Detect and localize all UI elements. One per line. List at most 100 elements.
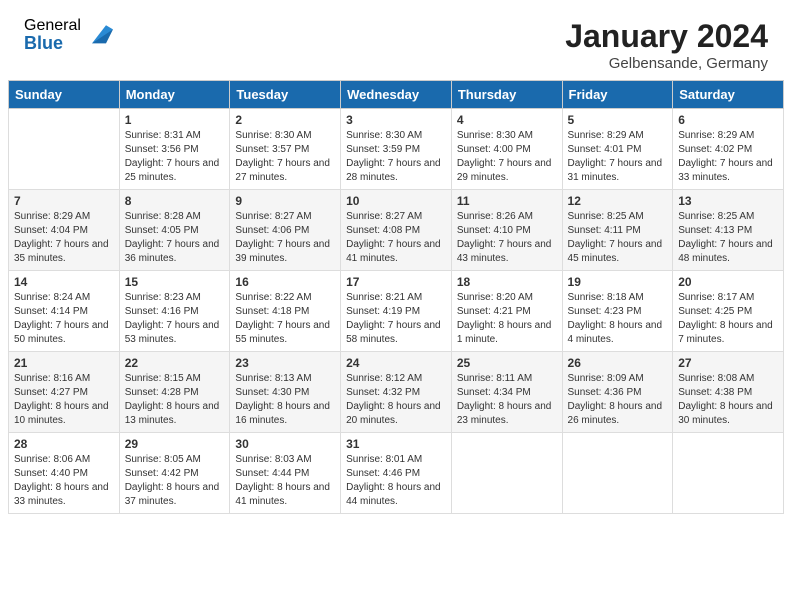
day-number: 20	[678, 275, 778, 289]
day-number: 31	[346, 437, 446, 451]
logo-text: General Blue	[24, 18, 81, 52]
calendar-header-saturday: Saturday	[673, 81, 784, 109]
calendar-cell: 10 Sunrise: 8:27 AMSunset: 4:08 PMDayligh…	[341, 190, 452, 271]
day-info: Sunrise: 8:01 AMSunset: 4:46 PMDaylight:…	[346, 453, 446, 509]
calendar-table: SundayMondayTuesdayWednesdayThursdayFrid…	[8, 80, 784, 514]
calendar-cell: 21 Sunrise: 8:16 AMSunset: 4:27 PMDayligh…	[9, 352, 120, 433]
calendar-cell: 17 Sunrise: 8:21 AMSunset: 4:19 PMDayligh…	[341, 271, 452, 352]
calendar-cell: 31 Sunrise: 8:01 AMSunset: 4:46 PMDayligh…	[341, 433, 452, 514]
day-number: 27	[678, 356, 778, 370]
day-number: 19	[568, 275, 668, 289]
calendar-header-friday: Friday	[562, 81, 673, 109]
calendar-cell: 16Sunrise: 8:22 AMSunset: 4:18 PMDayligh…	[230, 271, 341, 352]
calendar-header-monday: Monday	[119, 81, 230, 109]
location: Gelbensande, Germany	[565, 55, 768, 72]
day-info: Sunrise: 8:27 AMSunset: 4:08 PMDaylight:…	[346, 210, 446, 266]
calendar-week-row: 28 Sunrise: 8:06 AMSunset: 4:40 PMDayligh…	[9, 433, 784, 514]
title-block: January 2024 Gelbensande, Germany	[565, 18, 768, 72]
calendar-header-thursday: Thursday	[451, 81, 562, 109]
calendar-cell: 29 Sunrise: 8:05 AMSunset: 4:42 PMDayligh…	[119, 433, 230, 514]
calendar-cell: 14Sunrise: 8:24 AMSunset: 4:14 PMDayligh…	[9, 271, 120, 352]
day-number: 12	[568, 194, 668, 208]
day-info: Sunrise: 8:13 AMSunset: 4:30 PMDaylight:…	[235, 372, 335, 428]
calendar-cell: 8 Sunrise: 8:28 AMSunset: 4:05 PMDaylight…	[119, 190, 230, 271]
day-number: 6	[678, 113, 778, 127]
calendar-cell	[673, 433, 784, 514]
calendar-week-row: 14Sunrise: 8:24 AMSunset: 4:14 PMDayligh…	[9, 271, 784, 352]
calendar-week-row: 1 Sunrise: 8:31 AMSunset: 3:56 PMDaylight…	[9, 109, 784, 190]
day-info: Sunrise: 8:20 AMSunset: 4:21 PMDaylight:…	[457, 291, 557, 347]
calendar-week-row: 7Sunrise: 8:29 AMSunset: 4:04 PMDaylight…	[9, 190, 784, 271]
day-info: Sunrise: 8:27 AMSunset: 4:06 PMDaylight:…	[235, 210, 335, 266]
calendar-cell: 20Sunrise: 8:17 AMSunset: 4:25 PMDayligh…	[673, 271, 784, 352]
day-number: 24	[346, 356, 446, 370]
day-number: 28	[14, 437, 114, 451]
day-info: Sunrise: 8:30 AMSunset: 4:00 PMDaylight:…	[457, 129, 557, 185]
day-number: 21	[14, 356, 114, 370]
logo-blue: Blue	[24, 34, 81, 52]
calendar-cell: 1 Sunrise: 8:31 AMSunset: 3:56 PMDaylight…	[119, 109, 230, 190]
day-info: Sunrise: 8:16 AMSunset: 4:27 PMDaylight:…	[14, 372, 114, 428]
day-info: Sunrise: 8:30 AMSunset: 3:59 PMDaylight:…	[346, 129, 446, 185]
calendar-cell: 6 Sunrise: 8:29 AMSunset: 4:02 PMDaylight…	[673, 109, 784, 190]
calendar-cell: 28 Sunrise: 8:06 AMSunset: 4:40 PMDayligh…	[9, 433, 120, 514]
day-number: 9	[235, 194, 335, 208]
day-info: Sunrise: 8:12 AMSunset: 4:32 PMDaylight:…	[346, 372, 446, 428]
day-number: 10	[346, 194, 446, 208]
day-info: Sunrise: 8:29 AMSunset: 4:02 PMDaylight:…	[678, 129, 778, 185]
day-number: 1	[125, 113, 225, 127]
day-info: Sunrise: 8:06 AMSunset: 4:40 PMDaylight:…	[14, 453, 114, 509]
calendar-cell: 2 Sunrise: 8:30 AMSunset: 3:57 PMDaylight…	[230, 109, 341, 190]
day-info: Sunrise: 8:26 AMSunset: 4:10 PMDaylight:…	[457, 210, 557, 266]
calendar-cell: 19 Sunrise: 8:18 AMSunset: 4:23 PMDayligh…	[562, 271, 673, 352]
day-info: Sunrise: 8:11 AMSunset: 4:34 PMDaylight:…	[457, 372, 557, 428]
day-info: Sunrise: 8:25 AMSunset: 4:11 PMDaylight:…	[568, 210, 668, 266]
calendar-cell	[9, 109, 120, 190]
logo: General Blue	[24, 18, 113, 52]
day-number: 11	[457, 194, 557, 208]
calendar-cell: 13Sunrise: 8:25 AMSunset: 4:13 PMDayligh…	[673, 190, 784, 271]
day-info: Sunrise: 8:30 AMSunset: 3:57 PMDaylight:…	[235, 129, 335, 185]
day-info: Sunrise: 8:28 AMSunset: 4:05 PMDaylight:…	[125, 210, 225, 266]
day-info: Sunrise: 8:03 AMSunset: 4:44 PMDaylight:…	[235, 453, 335, 509]
day-info: Sunrise: 8:05 AMSunset: 4:42 PMDaylight:…	[125, 453, 225, 509]
calendar-cell: 15Sunrise: 8:23 AMSunset: 4:16 PMDayligh…	[119, 271, 230, 352]
day-number: 13	[678, 194, 778, 208]
day-number: 16	[235, 275, 335, 289]
day-info: Sunrise: 8:31 AMSunset: 3:56 PMDaylight:…	[125, 129, 225, 185]
day-number: 30	[235, 437, 335, 451]
day-number: 5	[568, 113, 668, 127]
day-info: Sunrise: 8:29 AMSunset: 4:04 PMDaylight:…	[14, 210, 114, 266]
calendar-cell: 7Sunrise: 8:29 AMSunset: 4:04 PMDaylight…	[9, 190, 120, 271]
day-number: 26	[568, 356, 668, 370]
day-info: Sunrise: 8:08 AMSunset: 4:38 PMDaylight:…	[678, 372, 778, 428]
day-info: Sunrise: 8:09 AMSunset: 4:36 PMDaylight:…	[568, 372, 668, 428]
calendar-cell: 5Sunrise: 8:29 AMSunset: 4:01 PMDaylight…	[562, 109, 673, 190]
day-info: Sunrise: 8:21 AMSunset: 4:19 PMDaylight:…	[346, 291, 446, 347]
day-number: 2	[235, 113, 335, 127]
day-number: 25	[457, 356, 557, 370]
calendar-cell: 9 Sunrise: 8:27 AMSunset: 4:06 PMDaylight…	[230, 190, 341, 271]
calendar-cell	[562, 433, 673, 514]
day-info: Sunrise: 8:18 AMSunset: 4:23 PMDaylight:…	[568, 291, 668, 347]
day-number: 8	[125, 194, 225, 208]
calendar-cell	[451, 433, 562, 514]
calendar-cell: 3 Sunrise: 8:30 AMSunset: 3:59 PMDaylight…	[341, 109, 452, 190]
calendar-cell: 12 Sunrise: 8:25 AMSunset: 4:11 PMDayligh…	[562, 190, 673, 271]
calendar-cell: 26 Sunrise: 8:09 AMSunset: 4:36 PMDayligh…	[562, 352, 673, 433]
calendar-header-wednesday: Wednesday	[341, 81, 452, 109]
day-number: 22	[125, 356, 225, 370]
day-number: 3	[346, 113, 446, 127]
calendar-header-row: SundayMondayTuesdayWednesdayThursdayFrid…	[9, 81, 784, 109]
day-number: 4	[457, 113, 557, 127]
day-number: 18	[457, 275, 557, 289]
day-number: 29	[125, 437, 225, 451]
calendar-cell: 25 Sunrise: 8:11 AMSunset: 4:34 PMDayligh…	[451, 352, 562, 433]
day-number: 17	[346, 275, 446, 289]
calendar-cell: 11 Sunrise: 8:26 AMSunset: 4:10 PMDayligh…	[451, 190, 562, 271]
calendar-week-row: 21 Sunrise: 8:16 AMSunset: 4:27 PMDayligh…	[9, 352, 784, 433]
month-title: January 2024	[565, 18, 768, 55]
calendar-cell: 22Sunrise: 8:15 AMSunset: 4:28 PMDayligh…	[119, 352, 230, 433]
logo-icon	[85, 21, 113, 49]
calendar-cell: 18 Sunrise: 8:20 AMSunset: 4:21 PMDayligh…	[451, 271, 562, 352]
